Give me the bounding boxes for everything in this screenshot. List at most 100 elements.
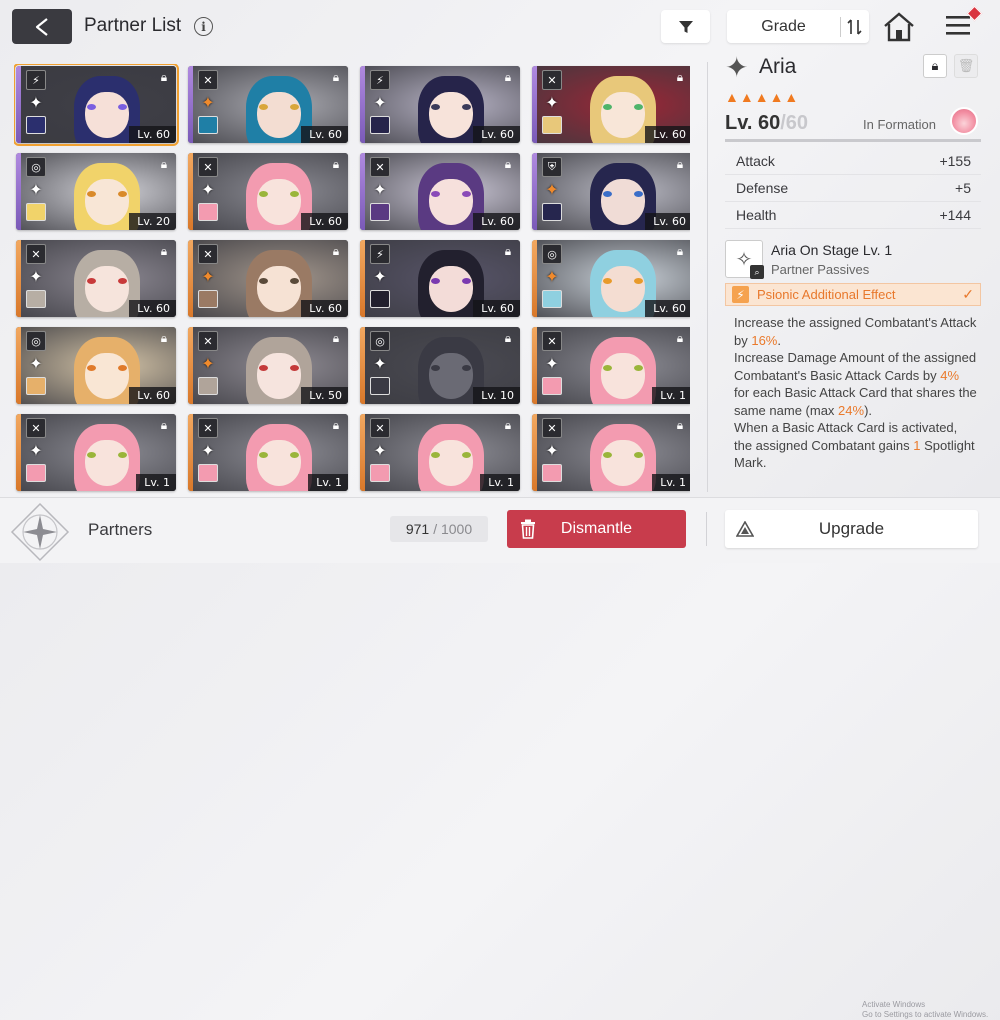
lock-icon: 🔒︎ [332,331,340,345]
partner-card[interactable]: ◎ ✦ 🔒︎ Lv. 60 [16,327,176,404]
partner-card[interactable]: ✕ ✦ 🔒︎ Lv. 1 [532,327,690,404]
partner-level: Lv. 60 [645,300,690,317]
partner-card[interactable]: ⚡︎ ✦ 🔒︎ Lv. 60 [360,66,520,143]
psionic-effect-tag: ⚡︎ Psionic Additional Effect ✓ [725,283,981,306]
portrait-face [256,92,301,138]
back-button[interactable] [12,9,72,44]
type-icon: ✕ [198,244,218,264]
stat-row-health: Health +144 [725,202,981,229]
lock-icon: 🔒︎ [332,418,340,432]
partner-level: Lv. 1 [480,474,520,491]
type-icon: ✕ [370,157,390,177]
portrait-eyes [258,278,299,284]
portrait-eyes [430,191,471,197]
trash-icon: 🗑︎ [957,58,975,73]
portrait-eyes [602,365,643,371]
partner-card[interactable]: ✕ ✦ 🔒︎ Lv. 50 [188,327,348,404]
lock-toggle-button[interactable]: 🔒︎ [923,54,947,78]
partner-card[interactable]: ⚡︎ ✦ 🔒︎ Lv. 60 [14,64,179,146]
partner-card[interactable]: ✕ ✦ 🔒︎ Lv. 60 [188,66,348,143]
partner-card[interactable]: ✕ ✦ 🔒︎ Lv. 60 [360,153,520,230]
grade-label: Grade [761,17,806,35]
portrait-eyes [86,191,127,197]
shuriken-icon: ✦ [29,95,43,112]
partner-card[interactable]: ✕ ✦ 🔒︎ Lv. 1 [360,414,520,491]
type-icon: ◎ [370,331,390,351]
portrait-eyes [602,191,643,197]
type-icon: ◎ [26,331,46,351]
portrait-face [428,353,473,399]
stat-label: Health [736,207,777,223]
partner-card[interactable]: ⛨ ✦ 🔒︎ Lv. 60 [532,153,690,230]
lock-icon: 🔒︎ [160,244,168,258]
type-icon: ◎ [26,157,46,177]
partner-card[interactable]: ◎ ✦ 🔒︎ Lv. 10 [360,327,520,404]
shuriken-icon: ✦ [545,356,559,373]
shuriken-icon: ✦ [201,95,215,112]
partner-level: Lv. 10 [473,387,520,404]
partner-card[interactable]: ✕ ✦ 🔒︎ Lv. 60 [188,240,348,317]
partners-emblem-icon [9,501,71,563]
shuriken-icon: ✦ [545,443,559,460]
portrait-eyes [86,452,127,458]
assigned-avatar [198,116,218,134]
desc-highlight: 16% [751,332,778,348]
stat-value: +144 [939,207,971,223]
assigned-avatar [370,116,390,134]
home-button[interactable] [882,11,916,43]
partner-card[interactable]: ✕ ✦ 🔒︎ Lv. 1 [532,414,690,491]
assigned-avatar [26,116,46,134]
formation-avatar[interactable] [950,107,978,135]
upgrade-label: Upgrade [818,519,885,538]
trash-button[interactable]: 🗑︎ [954,54,978,78]
portrait-eyes [86,365,127,371]
shuriken-icon: ✦ [373,356,387,373]
portrait-eyes [86,278,127,284]
lock-icon: 🔒︎ [676,70,684,84]
sort-order-icon[interactable] [841,18,869,36]
menu-button[interactable] [944,5,983,42]
passive-description[interactable]: Increase the assigned Combatant's Attack… [725,314,981,474]
type-icon: ✕ [542,418,562,438]
passive-skill[interactable]: ✧ ⌕ Aria On Stage Lv. 1 Partner Passives [725,240,981,279]
partner-card[interactable]: ✕ ✦ 🔒︎ Lv. 60 [16,240,176,317]
dismantle-button[interactable]: Dismantle [507,510,686,548]
assigned-avatar [542,464,562,482]
partner-card[interactable]: ✕ ✦ 🔒︎ Lv. 60 [532,66,690,143]
partner-level: Lv. 1 [308,474,348,491]
bolt-icon: ⚡︎ [732,286,749,303]
lock-icon: 🔒︎ [160,331,168,345]
portrait-eyes [430,452,471,458]
stat-value: +155 [939,153,971,169]
shuriken-icon: ✦ [29,356,43,373]
partner-card[interactable]: ⚡︎ ✦ 🔒︎ Lv. 60 [360,240,520,317]
filter-button[interactable] [661,10,710,43]
partner-card[interactable]: ◎ ✦ 🔒︎ Lv. 20 [16,153,176,230]
type-icon: ✕ [198,331,218,351]
partner-level: Lv. 60 [301,300,348,317]
assigned-avatar [198,290,218,308]
magnify-icon: ⌕ [750,265,764,279]
lock-icon: 🔒︎ [504,157,512,171]
partner-level: Lv. 60 [301,213,348,230]
upgrade-button[interactable]: Upgrade [725,510,978,548]
type-icon: ✕ [198,70,218,90]
portrait-face [428,440,473,486]
lock-icon: 🔒︎ [676,331,684,345]
sort-grade-button[interactable]: Grade [727,10,869,43]
lock-icon: 🔒︎ [504,70,512,84]
type-icon: ✕ [26,418,46,438]
partner-card[interactable]: ◎ ✦ 🔒︎ Lv. 60 [532,240,690,317]
shuriken-icon: ✦ [545,182,559,199]
partner-card[interactable]: ✕ ✦ 🔒︎ Lv. 1 [188,414,348,491]
shuriken-icon: ✦ [725,51,749,83]
partner-card[interactable]: ✕ ✦ 🔒︎ Lv. 60 [188,153,348,230]
assigned-avatar [26,290,46,308]
portrait-face [428,179,473,225]
partner-count-value: 971 [405,521,430,537]
shuriken-icon: ✦ [373,95,387,112]
info-icon[interactable]: i [194,17,213,36]
partner-card[interactable]: ✕ ✦ 🔒︎ Lv. 1 [16,414,176,491]
partner-level: Lv. 60 [129,300,176,317]
partner-level: Lv. 60 [129,387,176,404]
